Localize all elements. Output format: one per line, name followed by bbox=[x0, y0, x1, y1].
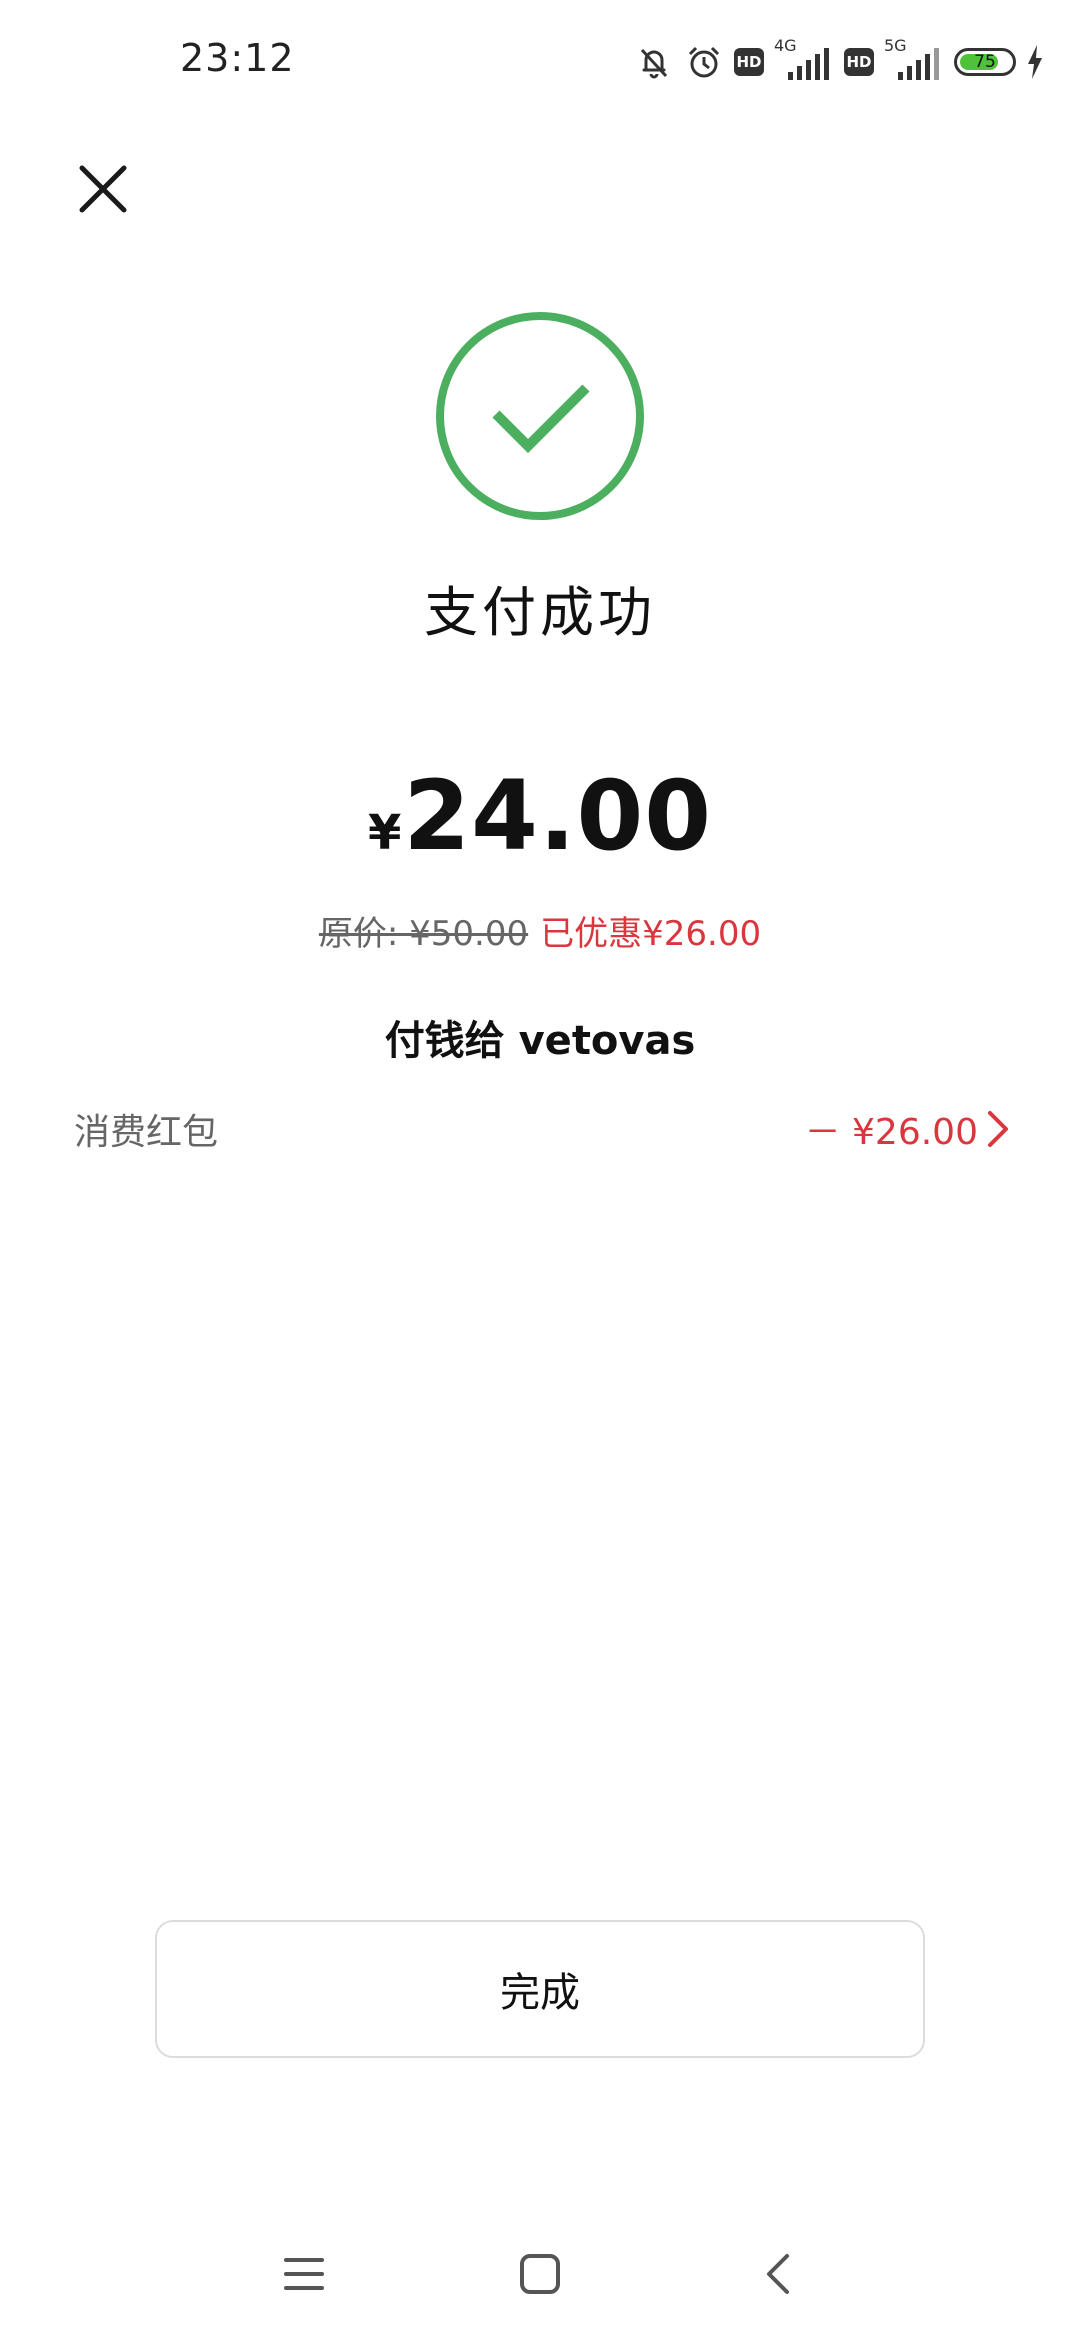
recent-apps-button[interactable] bbox=[274, 2244, 334, 2304]
battery-percent: 75 bbox=[974, 52, 996, 72]
chevron-right-icon bbox=[988, 1111, 1008, 1147]
currency-symbol: ¥ bbox=[367, 805, 402, 861]
back-button[interactable] bbox=[748, 2244, 808, 2304]
signal-icon bbox=[898, 48, 939, 80]
close-icon bbox=[79, 165, 127, 213]
hd-icon: HD bbox=[844, 48, 874, 76]
menu-icon bbox=[284, 2258, 324, 2290]
close-button[interactable] bbox=[70, 156, 136, 222]
payee: 付钱给 vetovas bbox=[384, 1018, 696, 1064]
mute-bell-icon bbox=[640, 48, 668, 79]
done-button[interactable]: 完成 bbox=[155, 1920, 925, 2058]
discount-amount: 已优惠¥26.00 bbox=[540, 914, 762, 954]
status-time: 23:12 bbox=[180, 36, 295, 80]
coupon-row[interactable]: 消费红包 － ¥26.00 bbox=[74, 1096, 1010, 1162]
check-circle-icon bbox=[436, 312, 644, 520]
original-price: 原价: ¥50.00 bbox=[318, 914, 529, 954]
price-summary: 原价: ¥50.00 已优惠¥26.00 bbox=[0, 906, 1080, 955]
hd-icon: HD bbox=[734, 48, 764, 76]
coupon-label: 消费红包 bbox=[74, 1112, 219, 1153]
status-icons: HD 4G HD 5G 75 bbox=[634, 36, 1044, 84]
signal-4g: 4G bbox=[774, 36, 834, 84]
back-icon bbox=[767, 2254, 789, 2294]
signal-icon bbox=[788, 48, 829, 80]
status-bar: 23:12 HD 4G HD 5G 75 bbox=[0, 0, 1080, 120]
home-button[interactable] bbox=[510, 2244, 570, 2304]
alarm-icon bbox=[688, 46, 720, 78]
battery-icon: 75 bbox=[954, 48, 1016, 76]
coupon-amount: － ¥26.00 bbox=[804, 1112, 978, 1153]
payment-amount: ¥24.00 bbox=[0, 760, 1080, 872]
success-title: 支付成功 bbox=[424, 581, 656, 644]
charging-icon bbox=[1028, 45, 1042, 79]
amount-value: 24.00 bbox=[403, 760, 713, 872]
navigation-bar bbox=[0, 2240, 1080, 2310]
home-icon bbox=[520, 2254, 560, 2294]
coupon-detail: － ¥26.00 bbox=[805, 1103, 1010, 1155]
signal-5g: 5G bbox=[884, 36, 944, 84]
